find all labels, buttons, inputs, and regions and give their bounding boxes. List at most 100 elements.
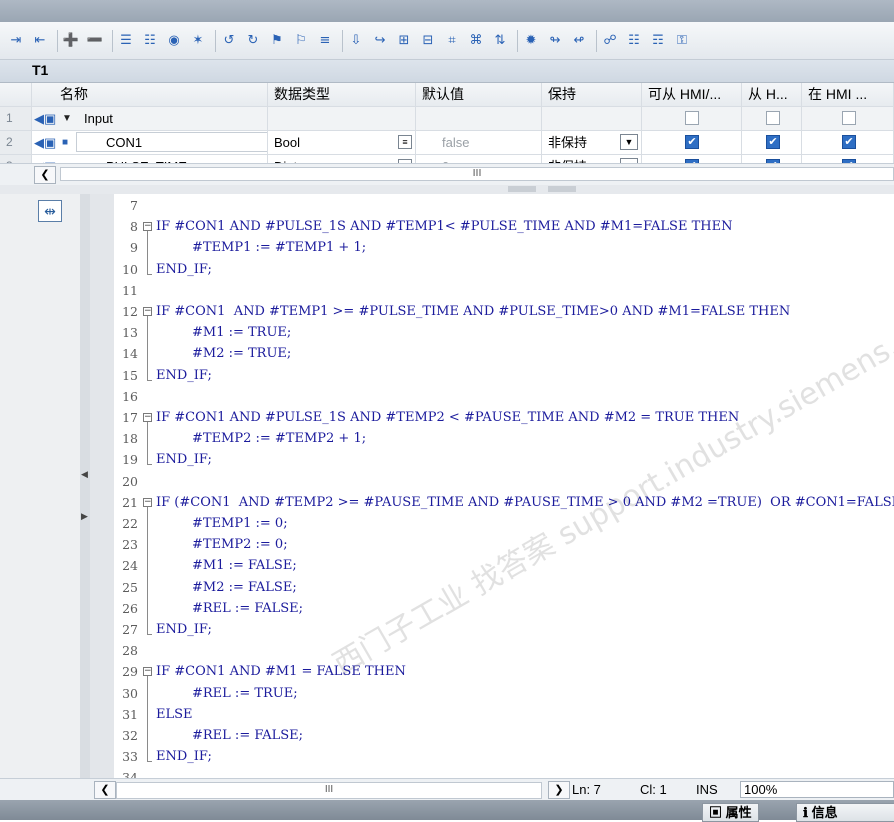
collapse-left-icon[interactable]: ◀	[81, 470, 88, 480]
code-line[interactable]: 23 #TEMP2 := 0;	[114, 535, 894, 556]
code-line[interactable]: 28	[114, 641, 894, 662]
hmi-visible-checkbox[interactable]	[842, 111, 856, 125]
fold-toggle-icon[interactable]: −	[143, 307, 152, 316]
code-scroll-thumb[interactable]: III	[116, 782, 542, 799]
retain-dropdown-icon[interactable]: ▼	[620, 134, 638, 150]
network-jump-icon[interactable]: ⇹	[38, 200, 62, 222]
splitter-up-icon[interactable]	[508, 186, 536, 192]
code-line[interactable]: 29− IF #CON1 AND #M1 = FALSE THEN	[114, 662, 894, 683]
code-line[interactable]: 12− IF #CON1 AND #TEMP1 >= #PULSE_TIME AN…	[114, 302, 894, 323]
code-line[interactable]: 15 END_IF;	[114, 366, 894, 387]
hmi-writable-checkbox[interactable]: ✔	[766, 135, 780, 149]
code-line[interactable]: 17− IF #CON1 AND #PULSE_1S AND #TEMP2 < #…	[114, 408, 894, 429]
indent-icon[interactable]: ⇥	[6, 30, 26, 52]
code-line[interactable]: 31 ELSE	[114, 705, 894, 726]
fold-toggle-icon[interactable]: −	[143, 497, 152, 507]
row-expand-icon[interactable]: ▼	[62, 107, 72, 130]
code-line[interactable]: 34	[114, 768, 894, 778]
fold-toggle-icon[interactable]: −	[143, 222, 152, 232]
default-value[interactable]: 0	[416, 155, 542, 163]
table-row[interactable]: 3◀▣■PULSE_TIMEDint0≡非保持▼✔✔✔	[0, 155, 894, 163]
compare-icon[interactable]: ☷	[624, 30, 644, 52]
variable-name[interactable]: Input	[84, 107, 113, 130]
code-line[interactable]: 10 END_IF;	[114, 260, 894, 281]
list-icon[interactable]: ≡	[315, 30, 335, 52]
download-icon[interactable]: ⇩	[346, 30, 366, 52]
collapse-icon[interactable]: ⊟	[418, 30, 438, 52]
code-line[interactable]: 26 #REL := FALSE;	[114, 599, 894, 620]
uncomment-icon[interactable]: ⌘	[466, 30, 486, 52]
default-value-icon[interactable]: ≡	[398, 135, 412, 149]
code-line[interactable]: 18 #TEMP2 := #TEMP2 + 1;	[114, 429, 894, 450]
col-hmi-access-header[interactable]: 可从 HMI/...	[642, 83, 742, 106]
breakpoint-prev-icon[interactable]: ↫	[569, 30, 589, 52]
pane-splitter[interactable]	[0, 185, 894, 194]
hmi-visible-checkbox[interactable]: ✔	[842, 135, 856, 149]
code-line[interactable]: 24 #M1 := FALSE;	[114, 556, 894, 577]
bookmark-alt-icon[interactable]: ⚐	[291, 30, 311, 52]
breakpoint-icon[interactable]: ✹	[521, 30, 541, 52]
variable-name[interactable]: PULSE_TIME	[106, 155, 187, 163]
code-line[interactable]: 21− IF (#CON1 AND #TEMP2 >= #PAUSE_TIME A…	[114, 493, 894, 514]
goto-icon[interactable]: ↪	[370, 30, 390, 52]
tab-properties[interactable]: ▣ 属性	[702, 803, 759, 822]
retain-value[interactable]	[542, 107, 642, 130]
code-line[interactable]: 11	[114, 281, 894, 302]
scroll-thumb[interactable]: III	[60, 167, 894, 181]
align-selected-icon[interactable]: ☷	[140, 30, 160, 52]
tab-info[interactable]: ℹ 信息	[796, 803, 894, 822]
code-scroll-right-icon[interactable]: ❯	[548, 781, 570, 799]
col-hmi-visible-header[interactable]: 在 HMI ...	[802, 83, 894, 106]
col-type-header[interactable]: 数据类型	[268, 83, 416, 106]
delete-row-icon[interactable]: ➖	[85, 30, 105, 52]
monitor-glasses-icon[interactable]: ☍	[600, 30, 620, 52]
lock-icon[interactable]: ⚿	[672, 30, 692, 52]
sort-icon[interactable]: ⇅	[490, 30, 510, 52]
row-expand-icon[interactable]: ■	[62, 131, 68, 154]
table-row[interactable]: 2 ◀▣ ■ CON1 Bool false ≡ 非保持 ▼ ✔ ✔ ✔	[0, 131, 894, 155]
code-line[interactable]: 25 #M2 := FALSE;	[114, 578, 894, 599]
align-left-icon[interactable]: ☰	[116, 30, 136, 52]
col-name-header[interactable]: 名称	[32, 83, 268, 106]
call-alt-icon[interactable]: ↻	[243, 30, 263, 52]
compare-alt-icon[interactable]: ☶	[648, 30, 668, 52]
code-line[interactable]: 7	[114, 196, 894, 217]
col-hmi-write-header[interactable]: 从 H...	[742, 83, 802, 106]
code-line[interactable]: 14 #M2 := TRUE;	[114, 344, 894, 365]
row-expand-icon[interactable]: ■	[62, 155, 68, 163]
default-value[interactable]	[416, 107, 542, 130]
code-line[interactable]: 32 #REL := FALSE;	[114, 726, 894, 747]
fold-toggle-icon[interactable]: −	[143, 413, 152, 422]
data-type[interactable]: Dint	[268, 155, 416, 163]
data-type[interactable]: Bool	[268, 131, 416, 154]
code-line[interactable]: 27 END_IF;	[114, 620, 894, 641]
data-type[interactable]	[268, 107, 416, 130]
table-row[interactable]: 1 ◀▣ ▼ Input	[0, 107, 894, 131]
insert-row-icon[interactable]: ➕	[61, 30, 81, 52]
table-horizontal-scrollbar[interactable]: ❮ III	[0, 163, 894, 187]
splitter-down-icon[interactable]	[548, 186, 576, 192]
col-retain-header[interactable]: 保持	[542, 83, 642, 106]
code-line[interactable]: 9 #TEMP1 := #TEMP1 + 1;	[114, 238, 894, 259]
code-line[interactable]: 13 #M1 := TRUE;	[114, 323, 894, 344]
fold-toggle-icon[interactable]: −	[143, 667, 152, 677]
breakpoint-next-icon[interactable]: ↬	[545, 30, 565, 52]
expand-right-icon[interactable]: ▶	[81, 512, 88, 522]
code-line[interactable]: 19 END_IF;	[114, 450, 894, 471]
bookmark-icon[interactable]: ⚑	[267, 30, 287, 52]
hmi-writable-checkbox[interactable]	[766, 111, 780, 125]
col-default-header[interactable]: 默认值	[416, 83, 542, 106]
snapshot-icon[interactable]: ✶	[188, 30, 208, 52]
outdent-icon[interactable]: ⇤	[30, 30, 50, 52]
zoom-field[interactable]: 100%	[740, 781, 894, 798]
code-line[interactable]: 8− IF #CON1 AND #PULSE_1S AND #TEMP1< #PU…	[114, 217, 894, 238]
hmi-accessible-checkbox[interactable]: ✔	[685, 135, 699, 149]
default-value[interactable]: false	[416, 131, 542, 154]
call-icon[interactable]: ↺	[219, 30, 239, 52]
monitor-icon[interactable]: ◉	[164, 30, 184, 52]
code-line[interactable]: 20	[114, 472, 894, 493]
code-line[interactable]: 16	[114, 387, 894, 408]
code-area[interactable]: 西门子工业 找答案 support.industry.siemens.com/c…	[114, 194, 894, 778]
code-line[interactable]: 33 END_IF;	[114, 747, 894, 768]
scroll-left-icon[interactable]: ❮	[34, 166, 56, 184]
